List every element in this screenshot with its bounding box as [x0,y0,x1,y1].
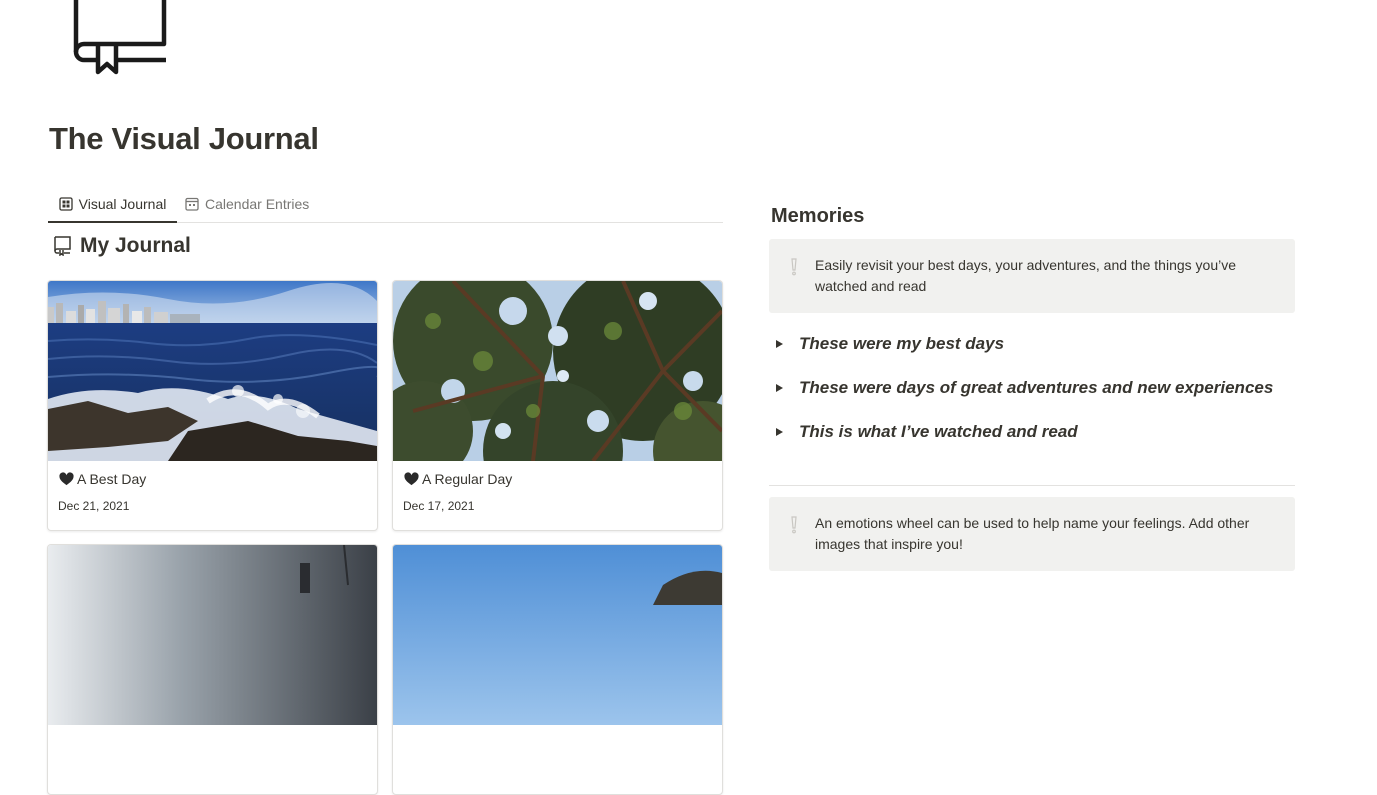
card-title: A Best Day [59,471,146,487]
gallery-card[interactable]: A Regular Day Dec 17, 2021 [392,280,723,531]
card-title-text: A Best Day [77,471,147,487]
card-date: Dec 17, 2021 [403,499,475,513]
toggle-best-days[interactable]: These were my best days [776,334,1004,354]
toggle-arrow-icon[interactable] [776,428,783,436]
gallery-card[interactable]: A Best Day Dec 21, 2021 [47,280,378,531]
book-bookmark-icon [73,0,167,75]
divider [769,485,1295,486]
black-heart-icon [59,472,74,486]
toggle-watched-read[interactable]: This is what I’ve watched and read [776,422,1078,442]
database-title-text: My Journal [80,234,191,257]
toggle-label: This is what I’ve watched and read [799,422,1078,441]
black-heart-icon [404,472,419,486]
callout-text: Easily revisit your best days, your adve… [815,257,1236,294]
callout-text: An emotions wheel can be used to help na… [815,515,1250,552]
toggle-arrow-icon[interactable] [776,384,783,392]
exclamation-icon [791,516,797,534]
callout-intro: Easily revisit your best days, your adve… [769,239,1295,313]
card-cover-image [393,545,722,725]
memories-heading: Memories [771,205,865,227]
toggle-label: These were my best days [799,334,1005,353]
tab-calendar-entries[interactable]: Calendar Entries [185,186,309,222]
card-date: Dec 21, 2021 [58,499,130,513]
card-cover-image [48,545,377,725]
view-tabs: Visual Journal Calendar Entries [48,186,723,223]
card-title: A Regular Day [404,471,512,487]
gallery-grid-icon [59,196,73,211]
callout-emotions: An emotions wheel can be used to help na… [769,497,1295,571]
database-title[interactable]: My Journal [53,234,191,258]
card-cover-image [48,281,377,461]
card-title-text: A Regular Day [422,471,513,487]
card-cover-image [393,281,722,461]
tab-label: Visual Journal [78,195,167,212]
tab-visual-journal[interactable]: Visual Journal [48,186,177,223]
tab-label: Calendar Entries [205,196,310,212]
toggle-adventures[interactable]: These were days of great adventures and … [776,378,1273,398]
toggle-arrow-icon[interactable] [776,340,783,348]
exclamation-icon [791,258,797,276]
toggle-label: These were days of great adventures and … [799,378,1274,397]
page-title: The Visual Journal [49,121,319,156]
book-icon [54,236,71,256]
calendar-icon [185,197,199,211]
